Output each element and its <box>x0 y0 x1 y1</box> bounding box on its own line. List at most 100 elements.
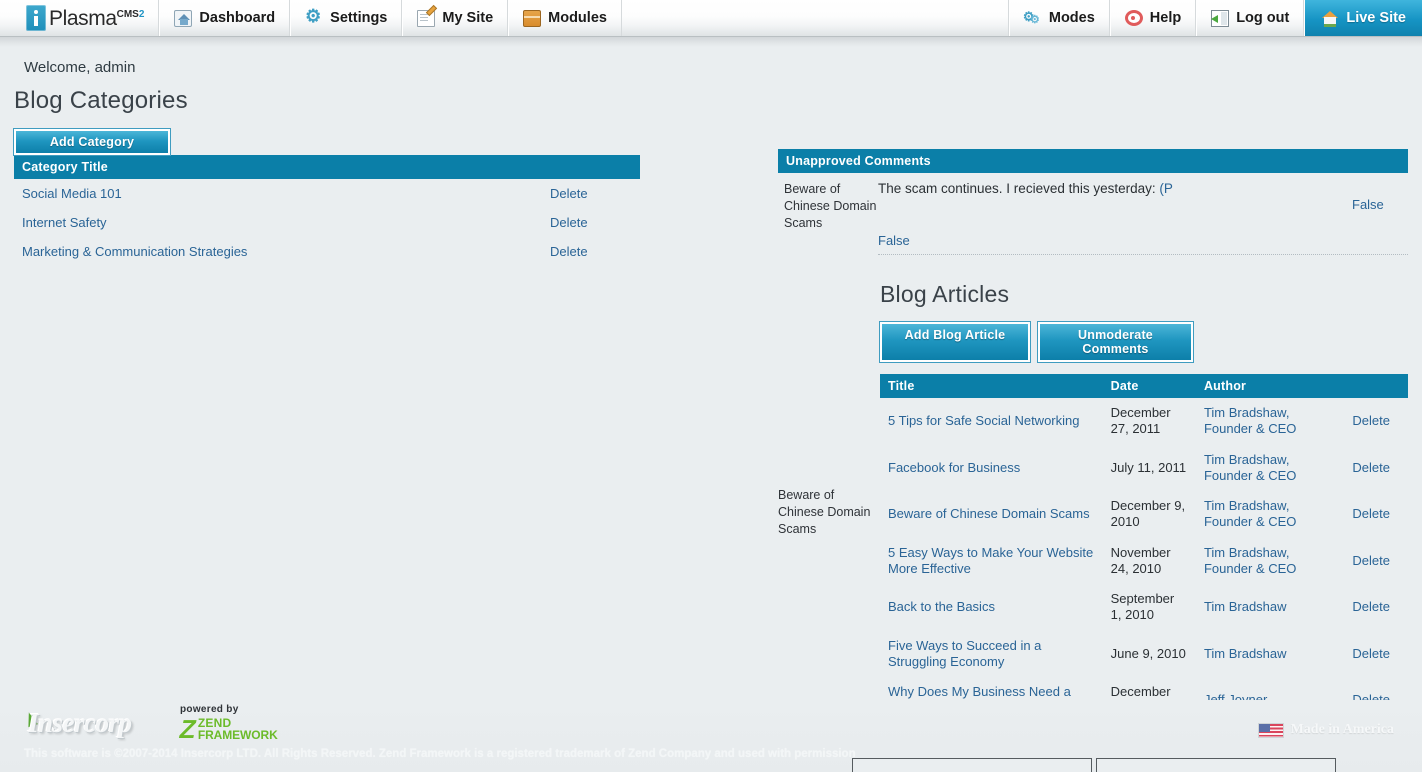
nav-item-settings[interactable]: Settings <box>290 0 403 36</box>
brand-text: Plasma <box>49 6 117 30</box>
main-content: Welcome, admin Blog Categories Add Categ… <box>0 47 1422 746</box>
article-author-link[interactable]: Tim Bradshaw, Founder & CEO <box>1204 545 1297 576</box>
unmoderate-comments-button[interactable]: Unmoderate Comments <box>1037 321 1194 363</box>
delete-article-button[interactable]: Delete <box>1352 506 1390 521</box>
nav-label-live-site: Live Site <box>1346 10 1406 26</box>
article-link-five-ways-to-succeed-in-a-struggling-economy[interactable]: Five Ways to Succeed in a Struggling Eco… <box>888 638 1041 669</box>
page-root: PlasmaCMS2 Dashboard Settings My Site Mo… <box>0 0 1422 772</box>
brand-version: 2 <box>138 8 145 20</box>
delete-article-button[interactable]: Delete <box>1352 413 1390 428</box>
article-delete-cell: Delete <box>1344 538 1408 585</box>
brand-name: PlasmaCMS2 <box>49 8 144 29</box>
category-title-cell: Marketing & Communication Strategies <box>14 237 550 266</box>
gear-icon <box>305 7 323 27</box>
articles-header-row: Title Date Author <box>880 374 1408 398</box>
category-link-marketing-communication-strategies[interactable]: Marketing & Communication Strategies <box>22 244 247 259</box>
table-row: Five Ways to Succeed in a Struggling Eco… <box>880 631 1408 678</box>
add-blog-article-button[interactable]: Add Blog Article <box>879 321 1031 363</box>
nav-item-logout[interactable]: Log out <box>1196 0 1305 36</box>
article-link-beware-of-chinese-domain-scams[interactable]: Beware of Chinese Domain Scams <box>888 506 1090 521</box>
article-link-5-tips-for-safe-social-networking[interactable]: 5 Tips for Safe Social Networking <box>888 413 1079 428</box>
nav-item-my-site[interactable]: My Site <box>402 0 509 36</box>
table-row: Back to the Basics September 1, 2010 Tim… <box>880 584 1408 631</box>
nav-item-modes[interactable]: Modes <box>1008 0 1110 36</box>
article-author-link[interactable]: Tim Bradshaw <box>1204 599 1287 614</box>
page-footer: Insercorp powered by Z ZEND FRAMEWORK Ma… <box>0 700 1422 772</box>
add-category-button[interactable]: Add Category <box>13 128 171 156</box>
article-author-link[interactable]: Tim Bradshaw, Founder & CEO <box>1204 498 1297 529</box>
article-author-link[interactable]: Tim Bradshaw, Founder & CEO <box>1204 405 1297 436</box>
category-title-cell: Internet Safety <box>14 208 550 237</box>
column-header-category-title: Category Title <box>14 155 550 179</box>
category-link-internet-safety[interactable]: Internet Safety <box>22 215 107 230</box>
article-date-cell: December 27, 2011 <box>1110 405 1171 437</box>
article-delete-cell: Delete <box>1344 445 1408 492</box>
article-delete-cell: Delete <box>1344 398 1408 445</box>
article-author-cell: Tim Bradshaw, Founder & CEO <box>1196 538 1344 585</box>
article-delete-cell: Delete <box>1344 631 1408 678</box>
pencil-icon <box>417 9 436 27</box>
zend-logo-row: Z ZEND FRAMEWORK <box>176 714 278 744</box>
category-title-cell: Social Media 101 <box>14 179 550 208</box>
article-author-link[interactable]: Tim Bradshaw, Founder & CEO <box>1204 452 1297 483</box>
insercorp-logo: Insercorp <box>28 708 132 738</box>
nav-label-dashboard: Dashboard <box>199 10 276 26</box>
right-column: Unapproved Comments Beware of Chinese Do… <box>778 149 1408 754</box>
delete-category-button[interactable]: Delete <box>550 244 588 259</box>
plasma-logo-icon <box>26 5 46 31</box>
brand-cms: CMS <box>116 8 139 20</box>
nav-label-logout: Log out <box>1236 10 1290 26</box>
article-link-5-easy-ways-to-make-your-website-more-effective[interactable]: 5 Easy Ways to Make Your Website More Ef… <box>888 545 1093 576</box>
welcome-message: Welcome, admin <box>24 59 136 76</box>
zend-framework-logo: powered by Z ZEND FRAMEWORK <box>176 704 278 744</box>
made-in-america-badge: Made in America <box>1257 722 1394 738</box>
article-author-cell: Tim Bradshaw, Founder & CEO <box>1196 398 1344 445</box>
house-icon <box>1321 10 1339 27</box>
table-row: Internet Safety Delete <box>14 208 640 237</box>
article-delete-cell: Delete <box>1344 584 1408 631</box>
delete-article-button[interactable]: Delete <box>1352 553 1390 568</box>
usa-flag-icon <box>1257 722 1284 738</box>
comment-spam-toggle[interactable]: False <box>1352 197 1384 212</box>
house-icon <box>174 9 193 27</box>
article-date-cell: June 9, 2010 <box>1110 645 1186 661</box>
categories-header-row: Category Title <box>14 155 640 179</box>
category-link-social-media-101[interactable]: Social Media 101 <box>22 186 122 201</box>
article-title-cell: Facebook for Business <box>880 445 1103 492</box>
delete-article-button[interactable]: Delete <box>1352 599 1390 614</box>
article-link-back-to-the-basics[interactable]: Back to the Basics <box>888 599 995 614</box>
nav-label-settings: Settings <box>330 10 388 26</box>
nav-item-help[interactable]: Help <box>1109 0 1197 36</box>
comment-approve-toggle[interactable]: False <box>878 233 910 248</box>
comment-text: The scam continues. I recieved this yest… <box>878 181 1160 196</box>
article-title-cell: 5 Easy Ways to Make Your Website More Ef… <box>880 538 1103 585</box>
table-row: Beware of Chinese Domain Scams December … <box>880 491 1408 538</box>
article-author-link[interactable]: Tim Bradshaw <box>1204 646 1287 661</box>
delete-category-button[interactable]: Delete <box>550 215 588 230</box>
article-link-facebook-for-business[interactable]: Facebook for Business <box>888 460 1020 475</box>
zend-z-icon: Z <box>176 714 198 744</box>
zend-line-2: FRAMEWORK <box>197 728 278 742</box>
bottom-input-box-2[interactable] <box>1096 758 1336 772</box>
article-author-cell: Tim Bradshaw <box>1196 584 1344 631</box>
bottom-input-box-1[interactable] <box>852 758 1092 772</box>
nav-item-modules[interactable]: Modules <box>508 0 622 36</box>
category-delete-cell: Delete <box>550 237 640 266</box>
logout-door-icon <box>1211 9 1230 27</box>
column-header-date: Date <box>1102 374 1196 398</box>
comment-body: The scam continues. I recieved this yest… <box>878 181 1352 248</box>
nav-item-live-site[interactable]: Live Site <box>1304 0 1422 36</box>
delete-category-button[interactable]: Delete <box>550 186 588 201</box>
blog-articles-table: Title Date Author 5 Tips for Safe Social… <box>880 374 1408 754</box>
categories-table-body: Social Media 101 Delete Internet Safety … <box>14 179 640 266</box>
nav-label-my-site: My Site <box>442 10 494 26</box>
app-logo[interactable]: PlasmaCMS2 <box>0 0 160 36</box>
blog-categories-panel: Blog Categories Add Category Category Ti… <box>13 87 640 266</box>
nav-left-group: PlasmaCMS2 Dashboard Settings My Site Mo… <box>0 0 622 36</box>
column-header-actions <box>550 155 640 179</box>
delete-article-button[interactable]: Delete <box>1352 646 1390 661</box>
article-title-cell: Beware of Chinese Domain Scams <box>880 491 1103 538</box>
nav-label-modules: Modules <box>548 10 607 26</box>
delete-article-button[interactable]: Delete <box>1352 460 1390 475</box>
nav-item-dashboard[interactable]: Dashboard <box>159 0 291 36</box>
